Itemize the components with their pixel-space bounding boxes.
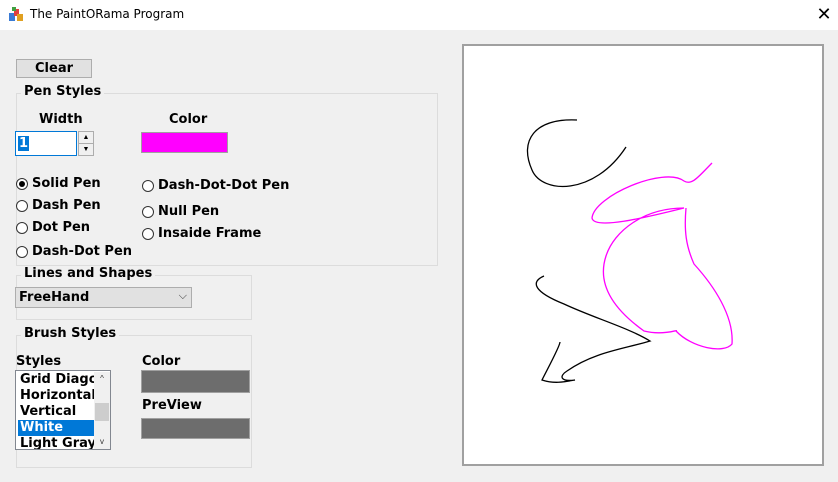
paint-app-icon: [9, 7, 23, 21]
list-item[interactable]: Vertical: [18, 404, 94, 420]
brush-preview-swatch: [141, 418, 250, 439]
brush-styles-list[interactable]: Grid Diagonal Horizontal Vertical White …: [15, 370, 111, 450]
pen-styles-label: Pen Styles: [21, 84, 105, 99]
scroll-thumb[interactable]: [95, 403, 109, 421]
solid-pen-radio[interactable]: [16, 178, 28, 190]
pen-color-swatch[interactable]: [141, 132, 228, 153]
spin-down-icon[interactable]: ▼: [79, 144, 93, 155]
spin-up-icon[interactable]: ▲: [79, 132, 93, 144]
pen-color-label: Color: [169, 112, 208, 127]
list-item[interactable]: Light Gray: [18, 436, 94, 449]
black-stroke: [526, 119, 627, 188]
list-item-selected[interactable]: White: [18, 420, 94, 436]
dash-dot-pen-radio[interactable]: [16, 246, 28, 258]
scroll-up-icon[interactable]: ^: [94, 372, 110, 386]
dot-pen-label: Dot Pen: [32, 220, 91, 235]
dot-pen-radio[interactable]: [16, 222, 28, 234]
dash-dot-pen-label: Dash-Dot Pen: [32, 244, 133, 259]
dash-dot-dot-pen-radio[interactable]: [142, 180, 154, 192]
width-label: Width: [39, 112, 83, 127]
drawing-canvas[interactable]: [462, 44, 824, 466]
dash-pen-radio[interactable]: [16, 200, 28, 212]
null-pen-label: Null Pen: [158, 204, 220, 219]
list-item[interactable]: Grid Diagonal: [18, 372, 94, 388]
black-stroke: [535, 275, 652, 383]
brush-color-label: Color: [142, 354, 181, 369]
chevron-down-icon[interactable]: ⌵: [179, 290, 187, 303]
canvas-drawing: [526, 119, 733, 383]
dash-dot-dot-pen-label: Dash-Dot-Dot Pen: [158, 178, 290, 193]
list-scrollbar[interactable]: ^ v: [94, 372, 110, 449]
brush-styles-label: Brush Styles: [21, 326, 120, 341]
clear-button[interactable]: Clear: [16, 59, 92, 78]
null-pen-radio[interactable]: [142, 206, 154, 218]
preview-label: PreView: [142, 398, 202, 413]
brush-color-swatch[interactable]: [141, 370, 250, 393]
scroll-down-icon[interactable]: v: [94, 435, 110, 449]
solid-pen-label: Solid Pen: [32, 176, 101, 191]
shape-select[interactable]: FreeHand ⌵: [15, 287, 192, 308]
width-spinner[interactable]: ▲ ▼: [78, 131, 94, 156]
window-title: The PaintORama Program: [30, 7, 185, 21]
width-input[interactable]: 1: [15, 131, 77, 156]
brush-styles-list-label: Styles: [16, 354, 62, 369]
inside-frame-label: Insaide Frame: [158, 226, 262, 241]
list-item[interactable]: Horizontal: [18, 388, 94, 404]
width-value: 1: [18, 136, 30, 151]
inside-frame-radio[interactable]: [142, 228, 154, 240]
shape-select-value: FreeHand: [19, 290, 90, 305]
dash-pen-label: Dash Pen: [32, 198, 101, 213]
magenta-stroke: [591, 162, 733, 350]
lines-shapes-label: Lines and Shapes: [21, 266, 156, 281]
close-icon[interactable]: ✕: [812, 3, 836, 27]
